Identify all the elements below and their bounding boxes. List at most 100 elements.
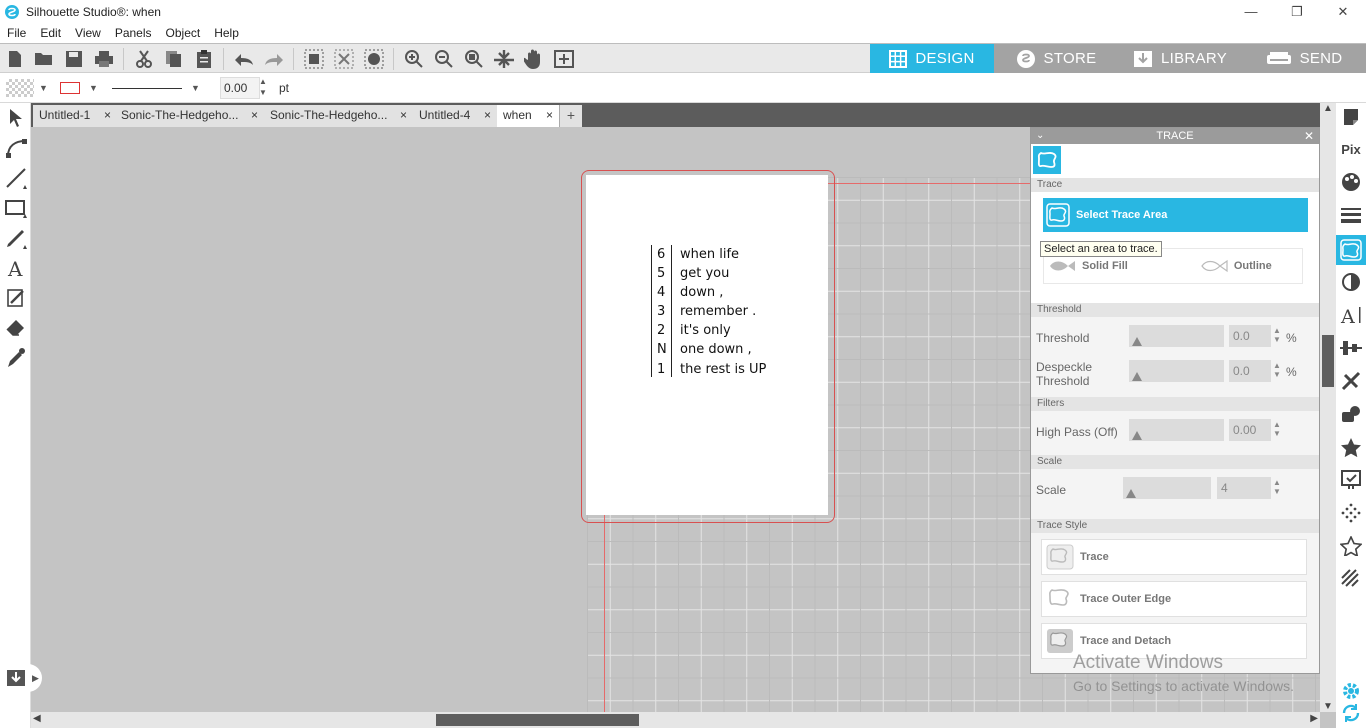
zoom-select-icon[interactable] (463, 48, 485, 70)
trace-panel-icon[interactable] (1336, 235, 1366, 265)
copy-icon[interactable] (163, 48, 185, 70)
page-setup-icon[interactable] (1339, 105, 1363, 129)
line-color-swatch[interactable] (60, 82, 80, 94)
add-page-icon[interactable] (553, 48, 575, 70)
despeckle-slider[interactable] (1129, 360, 1224, 382)
menu-object[interactable]: Object (159, 26, 208, 40)
minimize-button[interactable]: — (1228, 0, 1274, 23)
library-drawer-toggle[interactable]: ▶ (2, 664, 42, 692)
zoom-in-icon[interactable] (403, 48, 425, 70)
close-tab-icon[interactable]: × (104, 108, 111, 122)
ungroup-icon[interactable] (333, 48, 355, 70)
line-width-input[interactable]: 0.00 (220, 77, 260, 99)
fill-color-swatch[interactable] (6, 79, 34, 97)
fill-dropdown-icon[interactable]: ▼ (39, 83, 48, 93)
threshold-value[interactable]: 0.0 (1229, 325, 1271, 347)
tab-library[interactable]: LIBRARY (1118, 44, 1242, 73)
fit-to-page-icon[interactable] (493, 48, 515, 70)
doc-tab-active[interactable]: when × (497, 105, 560, 127)
zoom-out-icon[interactable] (433, 48, 455, 70)
sketch-dots-icon[interactable] (1339, 501, 1363, 525)
solid-fill-label[interactable]: Solid Fill (1082, 260, 1128, 272)
despeckle-stepper-icon[interactable]: ▲ ▼ (1273, 361, 1281, 379)
select-tool-icon[interactable] (3, 105, 29, 131)
doc-tab[interactable]: Untitled-1 × (33, 105, 118, 127)
close-tab-icon[interactable]: × (546, 108, 553, 122)
scale-value[interactable]: 4 (1217, 477, 1271, 499)
point-edit-tool-icon[interactable] (3, 135, 29, 161)
doc-tab[interactable]: Untitled-4 × (413, 105, 498, 127)
pix-scan-icon[interactable]: Pix (1339, 137, 1363, 161)
group-icon[interactable] (303, 48, 325, 70)
close-tab-icon[interactable]: × (400, 108, 407, 122)
eyedropper-tool-icon[interactable] (3, 345, 29, 371)
tab-send[interactable]: SEND (1242, 44, 1366, 73)
outline-label[interactable]: Outline (1234, 260, 1272, 272)
draw-freehand-tool-icon[interactable] (3, 225, 29, 251)
tab-store[interactable]: STORE (994, 44, 1118, 73)
knife-tool-icon[interactable] (3, 285, 29, 311)
line-style-selector[interactable] (112, 88, 182, 89)
line-width-down-icon[interactable]: ▼ (259, 88, 267, 97)
doc-tab[interactable]: Sonic-The-Hedgeho... × (115, 105, 265, 127)
save-icon[interactable] (63, 48, 85, 70)
favorites-star-icon[interactable] (1339, 435, 1363, 459)
close-button[interactable]: ✕ (1320, 0, 1366, 23)
menu-edit[interactable]: Edit (33, 26, 68, 40)
menu-file[interactable]: File (0, 26, 33, 40)
settings-gear-icon[interactable] (1339, 679, 1363, 703)
line-tool-icon[interactable] (3, 165, 29, 191)
print-icon[interactable] (93, 48, 115, 70)
cut-icon[interactable] (133, 48, 155, 70)
vertical-scrollbar[interactable]: ▲ ▼ (1320, 103, 1336, 712)
high-pass-value[interactable]: 0.00 (1229, 419, 1271, 441)
scroll-left-icon[interactable]: ◀ (33, 713, 41, 724)
threshold-stepper-icon[interactable]: ▲ ▼ (1273, 326, 1281, 344)
pan-hand-icon[interactable] (523, 48, 545, 70)
scale-stepper-icon[interactable]: ▲ ▼ (1273, 478, 1281, 496)
align-icon[interactable] (1339, 336, 1363, 360)
text-style-icon[interactable]: A (1339, 303, 1363, 327)
offset-icon[interactable] (1339, 468, 1363, 492)
release-compound-icon[interactable] (363, 48, 385, 70)
text-tool-icon[interactable]: A (3, 255, 29, 281)
contrast-icon[interactable] (1339, 270, 1363, 294)
vertical-scroll-thumb[interactable] (1322, 335, 1334, 387)
scale-slider[interactable] (1123, 477, 1211, 499)
high-pass-slider[interactable] (1129, 419, 1224, 441)
eraser-tool-icon[interactable] (3, 315, 29, 341)
sync-icon[interactable] (1339, 701, 1363, 725)
collapse-panel-icon[interactable]: ⌄ (1036, 128, 1044, 144)
add-tab-button[interactable]: + (560, 105, 582, 127)
trace-button[interactable]: Trace (1041, 539, 1307, 575)
horizontal-scrollbar[interactable]: ◀ ▶ (31, 712, 1320, 728)
hatch-pattern-icon[interactable] (1339, 567, 1363, 591)
transform-icon[interactable] (1339, 369, 1363, 393)
tab-design[interactable]: DESIGN (870, 44, 994, 73)
scroll-down-icon[interactable]: ▼ (1323, 701, 1333, 712)
line-color-dropdown-icon[interactable]: ▼ (89, 83, 98, 93)
trace-mode-icon[interactable] (1033, 146, 1061, 174)
redo-icon[interactable] (263, 48, 285, 70)
restore-button[interactable]: ❐ (1274, 0, 1320, 23)
despeckle-value[interactable]: 0.0 (1229, 360, 1271, 382)
undo-icon[interactable] (233, 48, 255, 70)
menu-panels[interactable]: Panels (108, 26, 159, 40)
star-outline-icon[interactable] (1339, 534, 1363, 558)
scroll-up-icon[interactable]: ▲ (1323, 103, 1333, 114)
select-trace-area-button[interactable]: Select Trace Area (1043, 198, 1308, 232)
doc-tab[interactable]: Sonic-The-Hedgeho... × (264, 105, 414, 127)
new-document-icon[interactable] (4, 48, 26, 70)
close-tab-icon[interactable]: × (484, 108, 491, 122)
scroll-right-icon[interactable]: ▶ (1310, 713, 1318, 724)
horizontal-scroll-thumb[interactable] (436, 714, 639, 726)
menu-view[interactable]: View (68, 26, 108, 40)
menu-help[interactable]: Help (207, 26, 246, 40)
replicate-icon[interactable] (1339, 402, 1363, 426)
close-tab-icon[interactable]: × (251, 108, 258, 122)
close-panel-icon[interactable]: ✕ (1304, 128, 1314, 144)
line-style-dropdown-icon[interactable]: ▼ (191, 83, 200, 93)
fill-panel-icon[interactable] (1339, 170, 1363, 194)
open-folder-icon[interactable] (33, 48, 55, 70)
paste-icon[interactable] (193, 48, 215, 70)
